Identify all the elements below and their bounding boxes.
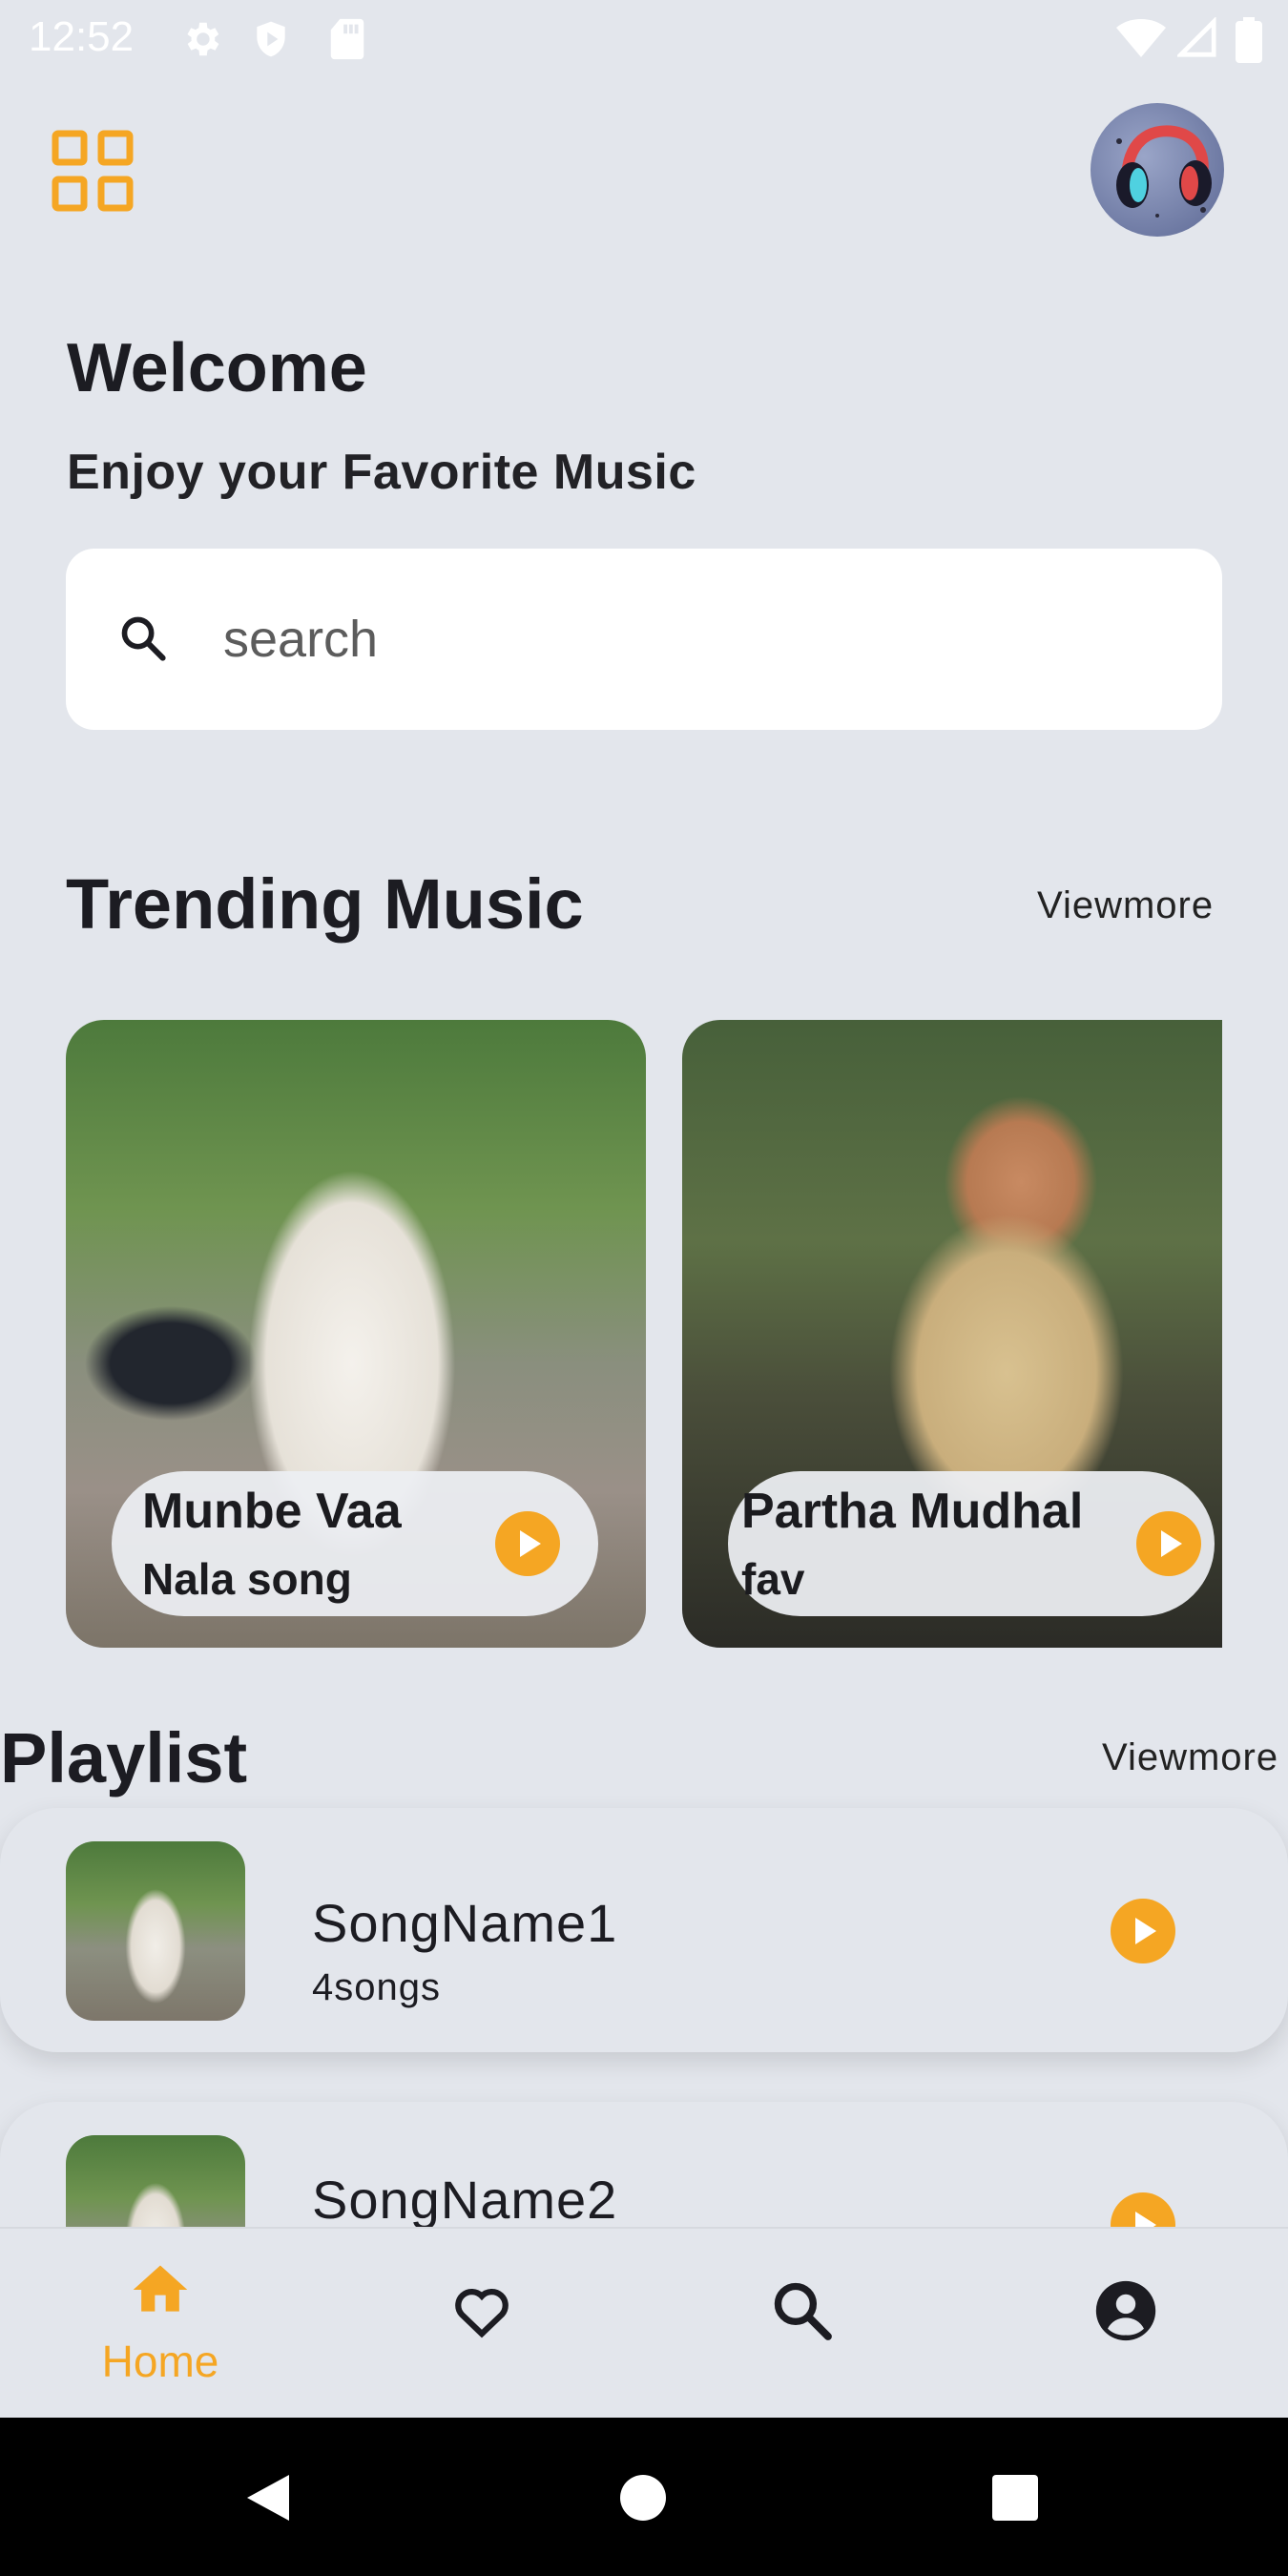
playlist-item[interactable]: SongName1 4songs [0,1808,1288,2052]
playlist-title: Playlist [0,1718,248,1797]
card-subtitle: fav [741,1554,805,1604]
trending-viewmore-link[interactable]: Viewmore [1037,884,1214,927]
card-title: Partha Mudhal [741,1484,1084,1539]
search-input[interactable] [223,603,1177,675]
welcome-title: Welcome [67,330,367,406]
grid-menu-icon[interactable] [52,130,134,212]
sd-card-icon [330,18,364,60]
nav-home[interactable]: Home [65,2229,256,2420]
account-icon [1095,2280,1156,2341]
search-icon [774,2282,832,2340]
status-bar: 12:52 [0,0,1288,80]
card-info-pill: Munbe Vaa Nala song [112,1471,598,1616]
nav-account[interactable] [1030,2229,1221,2420]
card-info-pill: Partha Mudhal fav [728,1471,1215,1616]
headphones-icon [1116,125,1212,218]
trending-carousel[interactable]: Munbe Vaa Nala song Partha Mudhal fav [66,1020,1222,1648]
trending-card[interactable]: Munbe Vaa Nala song [66,1020,646,1648]
search-icon [121,616,166,661]
playlist-name: SongName2 [312,2170,618,2230]
playlist-thumbnail [66,1841,245,2021]
play-icon[interactable] [1136,1511,1201,1576]
wifi-icon [1116,19,1166,57]
home-icon [133,2265,188,2312]
battery-icon [1236,17,1262,63]
recents-icon[interactable] [990,2473,1040,2523]
back-icon[interactable] [243,2471,293,2524]
nav-search[interactable] [707,2229,898,2420]
trending-card[interactable]: Partha Mudhal fav [682,1020,1222,1648]
avatar[interactable] [1091,103,1224,237]
bottom-nav: Home [0,2227,1288,2418]
system-nav-bar [0,2418,1288,2576]
play-icon[interactable] [1111,1899,1175,1963]
settings-icon [187,22,219,56]
shield-play-icon [257,21,285,57]
playlist-viewmore-link[interactable]: Viewmore [1102,1736,1278,1779]
playlist-count: 4songs [312,1966,441,2008]
card-subtitle: Nala song [142,1554,352,1604]
nav-home-label: Home [101,2337,219,2386]
signal-icon [1177,17,1216,57]
trending-title: Trending Music [66,864,584,944]
welcome-subtitle: Enjoy your Favorite Music [67,445,696,500]
heart-icon [455,2288,509,2338]
home-button-icon[interactable] [618,2473,668,2523]
nav-favorites[interactable] [386,2229,577,2420]
play-icon[interactable] [495,1511,560,1576]
card-title: Munbe Vaa [142,1484,402,1539]
status-time: 12:52 [29,13,135,60]
playlist-name: SongName1 [312,1893,618,1953]
